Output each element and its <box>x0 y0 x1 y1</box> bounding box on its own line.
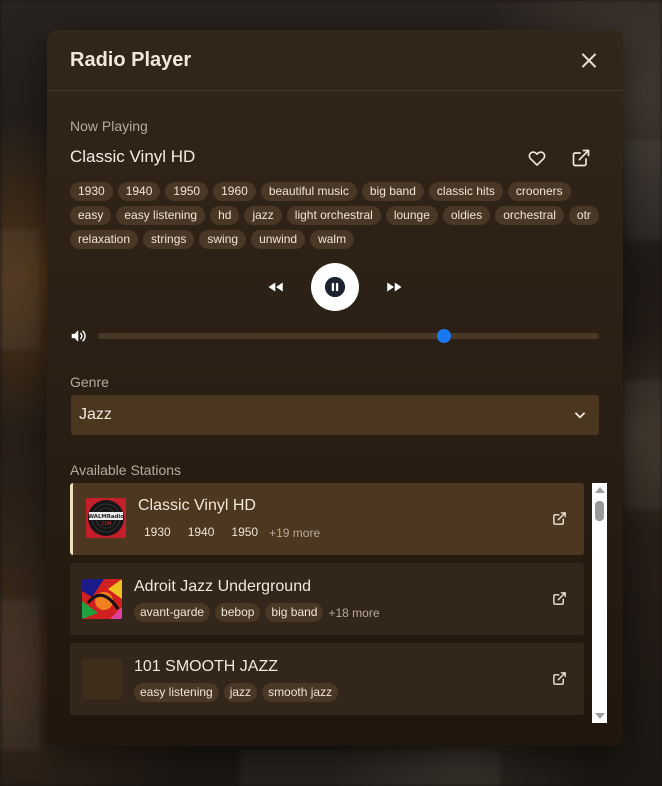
genre-tag: 1950 <box>165 182 209 201</box>
external-link-icon[interactable] <box>552 671 567 686</box>
station-tag: bebop <box>215 603 261 622</box>
genre-tag: easy listening <box>116 206 206 225</box>
external-link-icon[interactable] <box>552 511 567 526</box>
station-name: Classic Vinyl HD <box>138 497 256 514</box>
heart-icon[interactable] <box>527 148 547 168</box>
now-playing-tags: 1930 1940 1950 1960 beautiful music big band c… <box>70 182 600 249</box>
station-name: 101 SMOOTH JAZZ <box>134 658 279 675</box>
station-tag: 1930 <box>144 525 171 539</box>
station-list[interactable]: WALMRadio .COM Classic Vinyl HD 1930 194… <box>70 483 607 723</box>
genre-tag: otr <box>568 206 599 225</box>
available-stations-label: Available Stations <box>70 462 182 478</box>
station-tag: big band <box>265 603 324 622</box>
radio-player-modal: Radio Player Now Playing Classic Vinyl H… <box>47 30 623 746</box>
station-item-101-smooth-jazz[interactable]: 101 SMOOTH JAZZ easy listening jazz smoo… <box>70 643 584 715</box>
volume-slider[interactable] <box>98 329 599 343</box>
speaker-icon[interactable] <box>70 328 88 344</box>
station-tag: 1950 <box>231 525 259 539</box>
scroll-up-arrow-icon[interactable] <box>595 487 605 493</box>
station-tags: 1930 1940 1950 +19 more <box>138 523 320 542</box>
genre-tag: easy <box>70 206 112 225</box>
station-item-adroit-jazz-underground[interactable]: Adroit Jazz Underground avant-garde bebo… <box>70 563 584 635</box>
now-playing-label: Now Playing <box>70 118 148 134</box>
genre-label: Genre <box>70 374 109 390</box>
genre-tag: swing <box>199 230 247 249</box>
genre-tag: orchestral <box>495 206 564 225</box>
station-logo: WALMRadio .COM <box>86 498 126 538</box>
external-link-icon[interactable] <box>552 591 567 606</box>
genre-tag: 1930 <box>70 182 113 201</box>
scroll-down-arrow-icon[interactable] <box>595 713 605 719</box>
station-logo <box>82 579 122 619</box>
svg-text:.COM: .COM <box>101 521 112 526</box>
genre-selected-value: Jazz <box>79 406 112 423</box>
more-tags-count: +19 more <box>269 525 321 540</box>
playback-controls <box>47 262 623 312</box>
background-tile <box>240 750 500 786</box>
background-tile <box>0 230 40 350</box>
pause-icon <box>324 276 346 298</box>
background-tile <box>625 140 662 240</box>
more-tags-count: +18 more <box>328 605 380 620</box>
genre-select[interactable]: Jazz <box>71 395 599 435</box>
background-tile <box>625 380 662 510</box>
background-tile <box>0 600 40 750</box>
genre-tag: 1960 <box>213 182 256 201</box>
modal-title: Radio Player <box>70 48 192 71</box>
genre-tag: beautiful music <box>260 182 357 201</box>
station-list-scrollbar[interactable] <box>592 483 607 723</box>
genre-tag: classic hits <box>428 182 503 201</box>
genre-tag: hd <box>210 206 240 225</box>
station-item-classic-vinyl-hd[interactable]: WALMRadio .COM Classic Vinyl HD 1930 194… <box>70 483 584 555</box>
station-tags: avant-garde bebop big band +18 more <box>134 603 380 622</box>
close-icon[interactable] <box>579 50 599 70</box>
station-tag: jazz <box>223 683 258 702</box>
fast-forward-icon[interactable] <box>385 278 403 296</box>
now-playing-station-title: Classic Vinyl HD <box>70 147 196 166</box>
genre-tag: 1940 <box>117 182 161 201</box>
station-name: Adroit Jazz Underground <box>134 578 311 595</box>
station-tag: 1940 <box>187 525 215 539</box>
genre-tag: relaxation <box>70 230 139 249</box>
genre-tag: light orchestral <box>286 206 381 225</box>
modal-header: Radio Player <box>47 30 623 91</box>
volume-slider-thumb[interactable] <box>436 329 451 343</box>
genre-tag: oldies <box>442 206 491 225</box>
genre-tag: unwind <box>251 230 306 249</box>
chevron-down-icon <box>575 412 585 419</box>
pause-button[interactable] <box>311 263 359 311</box>
genre-tag: walm <box>310 230 355 249</box>
scrollbar-thumb[interactable] <box>595 501 604 521</box>
genre-tag: lounge <box>385 206 438 225</box>
genre-tag: big band <box>361 182 424 201</box>
svg-text:WALMRadio: WALMRadio <box>88 514 124 520</box>
genre-tag: strings <box>143 230 195 249</box>
station-tags: easy listening jazz smooth jazz <box>134 683 339 702</box>
genre-tag: crooners <box>507 182 571 201</box>
external-link-icon[interactable] <box>571 148 591 168</box>
rewind-icon[interactable] <box>267 278 285 296</box>
genre-tag: jazz <box>244 206 282 225</box>
station-logo-placeholder <box>82 659 122 699</box>
station-tag: easy listening <box>134 683 219 702</box>
station-tag: smooth jazz <box>262 683 339 702</box>
station-tag: avant-garde <box>134 603 211 622</box>
